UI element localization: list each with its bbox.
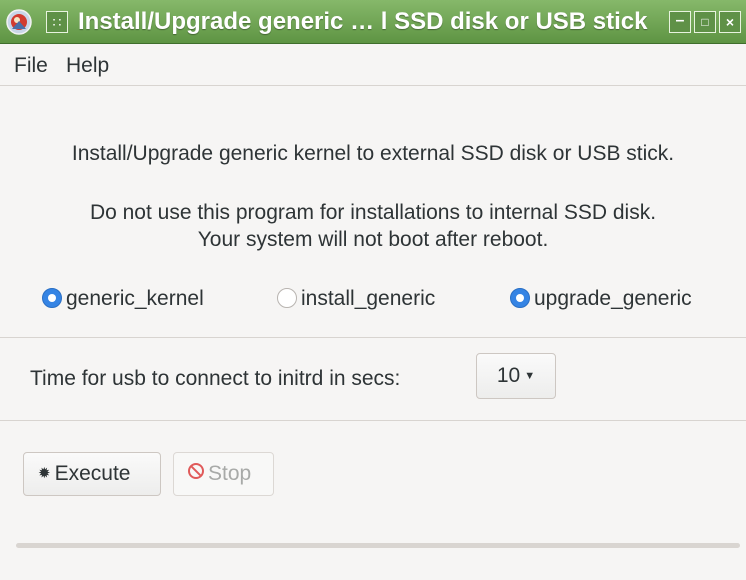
separator <box>0 337 746 338</box>
close-button[interactable]: × <box>719 11 741 33</box>
radio-indicator <box>277 288 297 308</box>
radio-generic-kernel[interactable]: generic_kernel <box>42 284 204 314</box>
progress-bar <box>16 543 740 548</box>
radio-label: upgrade_generic <box>534 287 692 310</box>
menu-help[interactable]: Help <box>66 54 109 78</box>
minimize-button[interactable]: – <box>669 11 691 33</box>
radio-upgrade-generic[interactable]: upgrade_generic <box>510 284 692 314</box>
execute-label: Execute <box>54 462 131 485</box>
radio-label: generic_kernel <box>66 287 204 310</box>
usb-wait-label: Time for usb to connect to initrd in sec… <box>30 367 401 390</box>
stop-icon <box>188 463 204 479</box>
radio-indicator <box>42 288 62 308</box>
maximize-button[interactable]: □ <box>694 11 716 33</box>
menu-bar: File Help <box>0 44 746 86</box>
warning-line-1: Do not use this program for installation… <box>89 201 657 224</box>
chevron-down-icon: ▼ <box>524 370 536 382</box>
radio-indicator <box>510 288 530 308</box>
window-menu-button[interactable]: ∷ <box>46 11 68 33</box>
radio-install-generic[interactable]: install_generic <box>277 284 435 314</box>
title-bar[interactable]: ∷ Install/Upgrade generic … l SSD disk o… <box>0 0 746 44</box>
gear-icon: ✹ <box>38 465 51 482</box>
radio-label: install_generic <box>301 287 436 310</box>
usb-wait-dropdown[interactable]: 10 ▼ <box>476 353 556 399</box>
app-icon[interactable] <box>6 9 32 35</box>
stop-button[interactable]: Stop <box>173 452 274 496</box>
usb-wait-value: 10 <box>496 364 521 387</box>
window-title: Install/Upgrade generic … l SSD disk or … <box>78 8 648 35</box>
menu-file[interactable]: File <box>14 54 48 78</box>
stop-label: Stop <box>208 462 252 485</box>
description-label: Install/Upgrade generic kernel to extern… <box>71 142 675 165</box>
execute-button[interactable]: ✹ Execute <box>23 452 161 496</box>
warning-line-2: Your system will not boot after reboot. <box>197 228 549 251</box>
separator <box>0 420 746 421</box>
